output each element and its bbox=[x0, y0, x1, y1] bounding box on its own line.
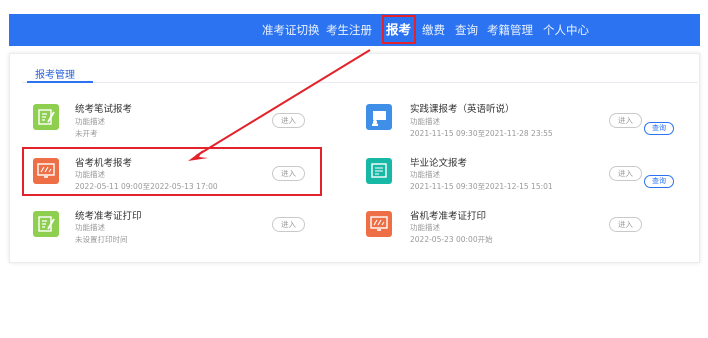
annotation-arrow bbox=[188, 49, 371, 161]
